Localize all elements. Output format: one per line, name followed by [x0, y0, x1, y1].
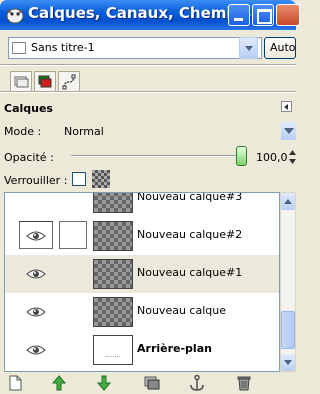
- lock-alpha-checkbox[interactable]: [72, 172, 86, 186]
- lock-label: Verrouiller :: [4, 174, 68, 187]
- layer-thumbnail: [93, 259, 133, 289]
- delete-layer-icon[interactable]: [235, 374, 253, 392]
- layer-thumbnail: [93, 335, 133, 365]
- opacity-label: Opacité :: [4, 151, 54, 164]
- gimp-app-icon: [6, 8, 24, 24]
- panel-menu-button[interactable]: [281, 101, 292, 112]
- opacity-slider-handle[interactable]: [236, 146, 247, 166]
- alpha-checker-icon: [92, 170, 110, 188]
- divider: [0, 64, 296, 66]
- layer-thumbnail: [93, 221, 133, 251]
- minimize-button[interactable]: [228, 4, 250, 26]
- layer-thumbnail: [93, 297, 133, 327]
- scroll-thumb[interactable]: [281, 311, 295, 349]
- layer-name[interactable]: Nouveau calque#3: [137, 193, 242, 203]
- layer-name[interactable]: Arrière-plan: [137, 342, 212, 355]
- layers-icon: [14, 76, 29, 88]
- image-selector-value: Sans titre-1: [31, 41, 95, 54]
- opacity-slider-track[interactable]: [71, 155, 239, 157]
- lower-layer-icon[interactable]: [95, 374, 113, 392]
- layer-list-scrollbar[interactable]: [280, 192, 296, 372]
- opacity-value[interactable]: 100,0: [256, 151, 288, 164]
- paths-icon: [62, 74, 76, 90]
- layer-name[interactable]: Nouveau calque: [137, 304, 226, 317]
- paths-tab[interactable]: [58, 71, 80, 91]
- eye-icon[interactable]: [26, 268, 46, 280]
- auto-button[interactable]: Auto: [264, 37, 296, 59]
- layer-list: Nouveau calque#3 Nouveau calque#2 Nouvea…: [4, 192, 280, 372]
- anchor-layer-icon[interactable]: [188, 374, 206, 392]
- mode-dropdown-button[interactable]: [281, 122, 296, 140]
- close-button[interactable]: [276, 4, 300, 26]
- eye-icon[interactable]: [26, 230, 46, 242]
- chain-toggle[interactable]: [59, 221, 87, 249]
- window-title: Calques, Canaux, Chemins: [28, 4, 252, 22]
- layer-name[interactable]: Nouveau calque#1: [137, 266, 242, 279]
- mode-select[interactable]: Normal: [64, 125, 104, 138]
- new-layer-icon[interactable]: [6, 374, 24, 392]
- opacity-spinner[interactable]: [289, 148, 296, 166]
- layer-row[interactable]: Nouveau calque#2: [5, 217, 279, 255]
- layer-row-selected[interactable]: Nouveau calque#1: [5, 255, 279, 293]
- mode-label: Mode :: [4, 125, 42, 138]
- channels-icon: [38, 75, 52, 88]
- scroll-down-button[interactable]: [281, 354, 295, 371]
- layers-tab[interactable]: [10, 71, 32, 91]
- eye-icon[interactable]: [26, 344, 46, 356]
- layer-row[interactable]: Nouveau calque: [5, 293, 279, 331]
- image-thumbnail: [12, 42, 26, 54]
- title-bar: Calques, Canaux, Chemins: [0, 0, 300, 30]
- panel-title: Calques: [4, 102, 53, 115]
- scroll-up-button[interactable]: [281, 193, 295, 210]
- layer-row[interactable]: Arrière-plan: [5, 331, 279, 369]
- eye-icon[interactable]: [26, 306, 46, 318]
- layer-row[interactable]: Nouveau calque#3: [5, 193, 279, 217]
- layer-name[interactable]: Nouveau calque#2: [137, 228, 242, 241]
- channels-tab[interactable]: [34, 71, 56, 91]
- raise-layer-icon[interactable]: [50, 374, 68, 392]
- maximize-button[interactable]: [252, 4, 274, 26]
- image-selector-dropdown-button[interactable]: [239, 37, 258, 59]
- layer-thumbnail: [93, 193, 133, 213]
- duplicate-layer-icon[interactable]: [143, 374, 161, 392]
- tab-divider: [0, 91, 296, 93]
- image-selector[interactable]: Sans titre-1: [8, 37, 262, 59]
- auto-button-label: Auto: [270, 41, 296, 54]
